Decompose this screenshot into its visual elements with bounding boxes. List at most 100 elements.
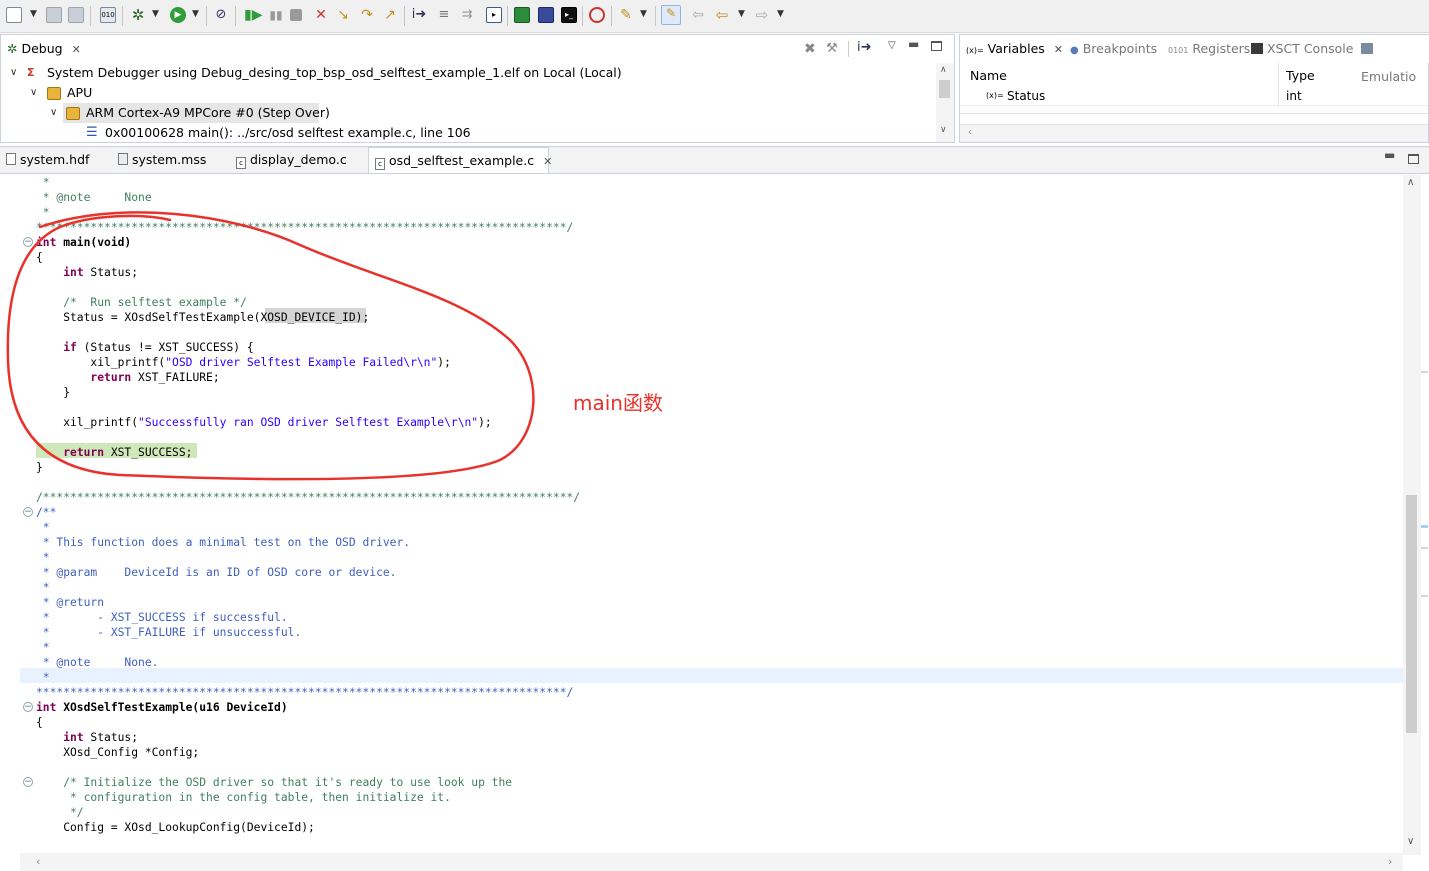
minimize-icon[interactable]: ▬ xyxy=(1384,148,1395,162)
step-over-icon[interactable]: ↷ xyxy=(359,7,375,23)
maximize-icon[interactable] xyxy=(1408,154,1419,164)
overview-ruler xyxy=(1421,175,1429,855)
xmd-icon[interactable] xyxy=(538,7,554,23)
disconnect-icon[interactable]: ✕ xyxy=(313,7,329,23)
back-icon[interactable]: ⇦ xyxy=(714,7,730,23)
tab-variables[interactable]: (x)= Variables ✕ xyxy=(960,35,1063,63)
variables-icon: (x)= xyxy=(966,46,984,55)
registers-icon: 0101 xyxy=(1168,46,1189,55)
code-line: ****************************************… xyxy=(36,686,574,699)
c-file-icon: c xyxy=(236,157,246,169)
thread-suspended-icon xyxy=(66,107,80,120)
tab-label: osd_selftest_example.c xyxy=(388,153,535,168)
debug-dropdown-icon[interactable]: ▼ xyxy=(152,9,159,19)
launch-dropdown-icon[interactable]: ▼ xyxy=(640,9,647,19)
close-icon[interactable]: ✕ xyxy=(1054,43,1063,56)
code-area[interactable]: − − − − * * @note None * ***************… xyxy=(0,175,1403,855)
scrollbar-thumb[interactable] xyxy=(939,80,950,98)
tab-label: system.mss xyxy=(131,152,207,167)
tree-row-label: ARM Cortex-A9 MPCore #0 (Step Over) xyxy=(86,105,330,120)
open-console-icon[interactable]: ▸ xyxy=(486,7,502,23)
chevron-up-icon[interactable]: ∧ xyxy=(1407,177,1414,188)
chevron-down-icon[interactable]: ∨ xyxy=(10,63,17,83)
column-header-name[interactable]: Name xyxy=(970,68,1007,83)
save-icon[interactable] xyxy=(46,7,62,23)
step-into-icon[interactable]: ↘ xyxy=(335,7,351,23)
drop-to-frame-icon[interactable]: i➜ xyxy=(411,7,427,23)
resume-icon[interactable]: ▮▶ xyxy=(244,7,262,23)
terminal-icon[interactable]: ▸_ xyxy=(561,7,577,23)
code-line: { xyxy=(36,716,43,729)
code-line: * xyxy=(36,671,50,684)
tab-debug[interactable]: ✲ Debug ✕ xyxy=(1,35,89,63)
editor-hscrollbar[interactable]: ‹ › xyxy=(20,853,1403,871)
build-icon[interactable]: 010 xyxy=(100,7,116,23)
save-all-icon[interactable] xyxy=(68,7,84,23)
terminate-icon[interactable] xyxy=(290,9,302,21)
skip-breakpoints-icon[interactable]: ⊘ xyxy=(213,7,229,23)
variables-hscrollbar[interactable]: ‹ xyxy=(960,124,1428,142)
tab-osd-selftest-example-c[interactable]: c osd_selftest_example.c ✕ xyxy=(368,147,552,173)
new-icon[interactable] xyxy=(6,7,22,23)
code-line: * configuration in the config table, the… xyxy=(36,791,451,804)
chevron-down-icon[interactable]: ∨ xyxy=(30,83,37,103)
tab-breakpoints[interactable]: ● Breakpoints xyxy=(1064,35,1157,63)
remove-terminated-icon[interactable]: ✖ xyxy=(804,41,816,57)
stack-frame-icon: ☰ xyxy=(86,125,98,140)
tab-system-hdf[interactable]: system.hdf xyxy=(6,147,89,173)
run-dropdown-icon[interactable]: ▼ xyxy=(192,9,199,19)
forward-icon[interactable]: ⇨ xyxy=(754,7,770,23)
variable-icon: (x)= xyxy=(986,91,1004,100)
new-dropdown-icon[interactable]: ▼ xyxy=(30,9,37,19)
maximize-icon[interactable] xyxy=(931,41,942,51)
chevron-right-icon[interactable]: › xyxy=(1388,855,1392,868)
cursor-line-highlight xyxy=(20,668,1403,683)
code-line: * This function does a minimal test on t… xyxy=(36,536,411,549)
launch-icon[interactable]: ✎ xyxy=(618,7,634,23)
remove-all-terminated-icon[interactable]: ⚒ xyxy=(826,41,838,56)
suspend-icon[interactable]: ▮▮ xyxy=(268,7,284,23)
fold-icon[interactable]: − xyxy=(23,777,33,787)
tab-registers[interactable]: 0101 Registers xyxy=(1162,35,1250,63)
view-menu-icon[interactable]: ▽ xyxy=(888,40,896,51)
pin-icon[interactable]: ✎ xyxy=(661,5,681,25)
chevron-down-icon[interactable]: ∨ xyxy=(50,103,57,123)
file-icon xyxy=(118,153,128,165)
tab-debug-label: Debug xyxy=(21,41,63,56)
column-header-type[interactable]: Type xyxy=(1286,68,1315,83)
scrollbar-thumb[interactable] xyxy=(1406,495,1417,733)
main-toolbar: ▼ 010 ✲ ▼ ▶ ▼ ⊘ ▮▶ ▮▮ ✕ ↘ ↷ ↗ i➜ ≡ ⇉ ▸ ▸… xyxy=(0,0,1429,33)
chevron-left-icon[interactable]: ‹ xyxy=(36,855,40,868)
fold-icon[interactable]: − xyxy=(23,507,33,517)
tree-row-label: APU xyxy=(67,85,93,100)
instruction-stepping-icon[interactable]: ≡ xyxy=(436,7,452,23)
step-return-icon[interactable]: ↗ xyxy=(382,7,398,23)
table-row[interactable]: (x)= Status int xyxy=(960,86,1428,106)
debug-icon[interactable]: ✲ xyxy=(130,7,146,23)
use-step-filters-icon[interactable]: ⇉ xyxy=(459,7,475,23)
tab-xsct-console[interactable]: XSCT Console xyxy=(1245,35,1353,63)
tab-emulation[interactable]: Emulatio xyxy=(1355,35,1429,84)
minimize-icon[interactable]: ▬ xyxy=(908,37,919,51)
code-line: * xyxy=(36,521,50,534)
run-icon[interactable]: ▶ xyxy=(170,7,186,23)
debug-tree: ∨ Σ System Debugger using Debug_desing_t… xyxy=(1,63,936,143)
close-icon[interactable]: ✕ xyxy=(543,155,552,168)
back-dropdown-icon[interactable]: ▼ xyxy=(738,9,745,19)
forward-dropdown-icon[interactable]: ▼ xyxy=(777,9,784,19)
tcf-launch-icon: Σ xyxy=(27,66,35,79)
debug-tree-scrollbar[interactable]: ∧ ∨ xyxy=(936,63,954,142)
close-icon[interactable]: ✕ xyxy=(72,43,81,56)
code-line: * @note None. xyxy=(36,656,159,669)
fold-icon[interactable]: − xyxy=(23,702,33,712)
tcf-icon[interactable] xyxy=(589,7,605,23)
editor-vscrollbar[interactable]: ∧ ∨ xyxy=(1403,175,1421,855)
back-history-icon[interactable]: ⇦ xyxy=(690,7,706,23)
program-fpga-icon[interactable] xyxy=(514,7,530,23)
chevron-down-icon[interactable]: ∨ xyxy=(1407,836,1414,847)
code-line: * xyxy=(36,641,50,654)
tab-system-mss[interactable]: system.mss xyxy=(118,147,206,173)
emulation-icon xyxy=(1361,43,1373,54)
tab-display-demo-c[interactable]: c display_demo.c xyxy=(236,147,347,173)
instruction-stepping-mode-icon[interactable]: i➜ xyxy=(857,40,872,55)
